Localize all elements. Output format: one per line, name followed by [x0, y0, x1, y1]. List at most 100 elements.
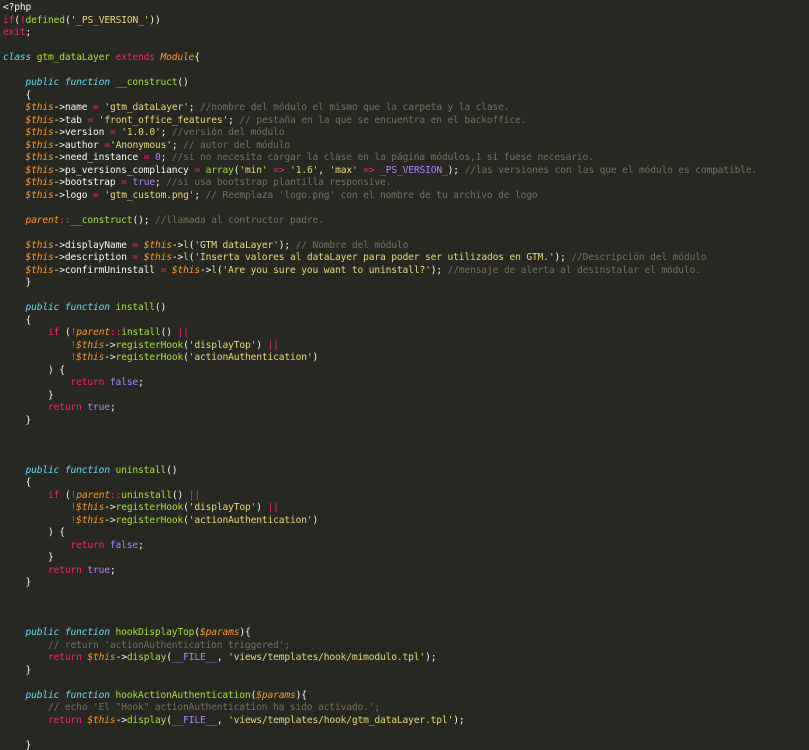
code-line[interactable]: // return 'actionAuthentication triggere… [3, 640, 809, 653]
code-token: -> [104, 339, 116, 351]
code-line[interactable] [3, 65, 809, 78]
code-line[interactable]: return true; [3, 565, 809, 578]
code-token: ; [109, 564, 116, 576]
code-token: 'Anonymous' [109, 139, 172, 151]
code-token: public function [25, 302, 116, 313]
code-line[interactable]: $this->author ='Anonymous'; // autor del… [3, 140, 809, 153]
code-line[interactable]: if(!defined('_PS_VERSION_')) [3, 15, 809, 28]
code-line[interactable]: !$this->registerHook('displayTop') || [3, 340, 809, 353]
code-token: parent [76, 327, 110, 338]
code-token: -> [171, 239, 184, 251]
code-line[interactable]: parent::__construct(); //llamada al cont… [3, 215, 809, 228]
code-line[interactable]: } [3, 665, 809, 678]
code-line[interactable]: return false; [3, 377, 809, 390]
code-line[interactable]: $this->displayName = $this->l('GTM dataL… [3, 240, 809, 253]
code-line[interactable] [3, 227, 809, 240]
code-line[interactable]: } [3, 577, 809, 590]
code-line[interactable] [3, 202, 809, 215]
code-line[interactable]: { [3, 90, 809, 103]
code-line[interactable]: } [3, 415, 809, 428]
code-line[interactable]: $this->need_instance = 0; //si no necesi… [3, 152, 809, 165]
code-line[interactable] [3, 427, 809, 440]
code-line[interactable]: if (!parent::install() || [3, 327, 809, 340]
code-line[interactable]: public function __construct() [3, 77, 809, 90]
code-line[interactable] [3, 590, 809, 603]
code-token: __FILE__ [171, 714, 217, 726]
code-line[interactable]: $this->confirmUninstall = $this->l('Are … [3, 265, 809, 278]
code-line[interactable]: return false; [3, 540, 809, 553]
code-token: $this [25, 177, 54, 188]
code-token: // return 'actionAuthentication triggere… [48, 639, 290, 651]
code-line[interactable]: } [3, 390, 809, 403]
code-token: install [121, 327, 161, 338]
code-line[interactable] [3, 40, 809, 53]
code-line[interactable]: } [3, 277, 809, 290]
code-token: <?php [3, 2, 32, 13]
code-token: $this [76, 339, 105, 351]
code-token: ; [194, 189, 206, 201]
code-token: public function [25, 77, 116, 88]
code-line[interactable]: } [3, 740, 809, 750]
code-line[interactable]: { [3, 477, 809, 490]
code-token: //versión del módulo [171, 127, 285, 138]
code-line[interactable]: // echo 'El "Hook" actionAuthentication … [3, 702, 809, 715]
code-token: '1.0.0' [121, 127, 161, 138]
code-token: () [171, 489, 189, 501]
code-line[interactable] [3, 615, 809, 628]
code-line[interactable]: public function hookActionAuthentication… [3, 690, 809, 703]
code-line[interactable]: return true; [3, 402, 809, 415]
code-token: } [3, 739, 32, 750]
code-line[interactable]: $this->tab = 'front_office_features'; //… [3, 115, 809, 128]
code-line[interactable] [3, 602, 809, 615]
code-token: //Descripción del módulo [571, 252, 707, 263]
code-line[interactable]: <?php [3, 2, 809, 15]
code-line[interactable]: !$this->registerHook('displayTop') || [3, 502, 809, 515]
code-line[interactable]: exit; [3, 27, 809, 40]
code-token: ->logo [53, 189, 94, 201]
code-line[interactable]: $this->bootstrap = true; //si usa bootst… [3, 177, 809, 190]
code-line[interactable] [3, 727, 809, 740]
code-token: ( [59, 489, 71, 501]
code-line[interactable] [3, 290, 809, 303]
code-line[interactable]: if (!parent::uninstall() || [3, 490, 809, 503]
code-line[interactable] [3, 452, 809, 465]
code-token: :: [59, 214, 71, 226]
code-token: return [70, 539, 105, 551]
code-line[interactable]: !$this->registerHook('actionAuthenticati… [3, 515, 809, 528]
code-token: 'views/templates/hook/mimodulo.tpl' [228, 652, 426, 663]
code-line[interactable]: $this->name = 'gtm_dataLayer'; //nombre … [3, 102, 809, 115]
code-line[interactable]: ) { [3, 365, 809, 378]
code-line[interactable]: $this->description = $this->l('Inserta v… [3, 252, 809, 265]
code-token: 'gtm_custom.png' [104, 189, 195, 201]
code-token: $params [199, 627, 240, 638]
code-token: ) [312, 352, 319, 363]
code-token: } [3, 577, 32, 588]
code-line[interactable]: return $this->display(__FILE__, 'views/t… [3, 652, 809, 665]
code-token: install [115, 302, 156, 313]
code-line[interactable]: $this->ps_versions_compliancy = array('m… [3, 165, 809, 178]
code-token: ; [171, 139, 184, 151]
code-token: 'views/templates/hook/gtm_dataLayer.tpl' [228, 714, 454, 726]
code-line[interactable]: $this->version = '1.0.0'; //versión del … [3, 127, 809, 140]
code-token: $this [25, 102, 54, 113]
code-line[interactable]: } [3, 552, 809, 565]
code-editor[interactable]: <?php if(!defined('_PS_VERSION_')) exit; cl… [0, 0, 809, 750]
code-line[interactable]: public function uninstall() [3, 465, 809, 478]
code-line[interactable]: ) { [3, 527, 809, 540]
code-line[interactable]: class gtm_dataLayer extends Module{ [3, 52, 809, 65]
code-line[interactable] [3, 677, 809, 690]
code-line[interactable]: public function install() [3, 302, 809, 315]
code-line[interactable]: public function hookDisplayTop($params){ [3, 627, 809, 640]
code-token: $this [76, 514, 105, 526]
code-token: ->need_instance [53, 152, 144, 163]
code-line[interactable]: { [3, 315, 809, 328]
code-token: // pestaña en la que se encuentra en el … [239, 114, 527, 126]
code-line[interactable]: return $this->display(__FILE__, 'views/t… [3, 715, 809, 728]
code-line[interactable] [3, 440, 809, 453]
code-token: display [126, 652, 167, 663]
code-token: __construct [70, 214, 133, 226]
code-token: ->tab [53, 114, 88, 126]
code-line[interactable]: $this->logo = 'gtm_custom.png'; // Reemp… [3, 190, 809, 203]
code-line[interactable]: !$this->registerHook('actionAuthenticati… [3, 352, 809, 365]
